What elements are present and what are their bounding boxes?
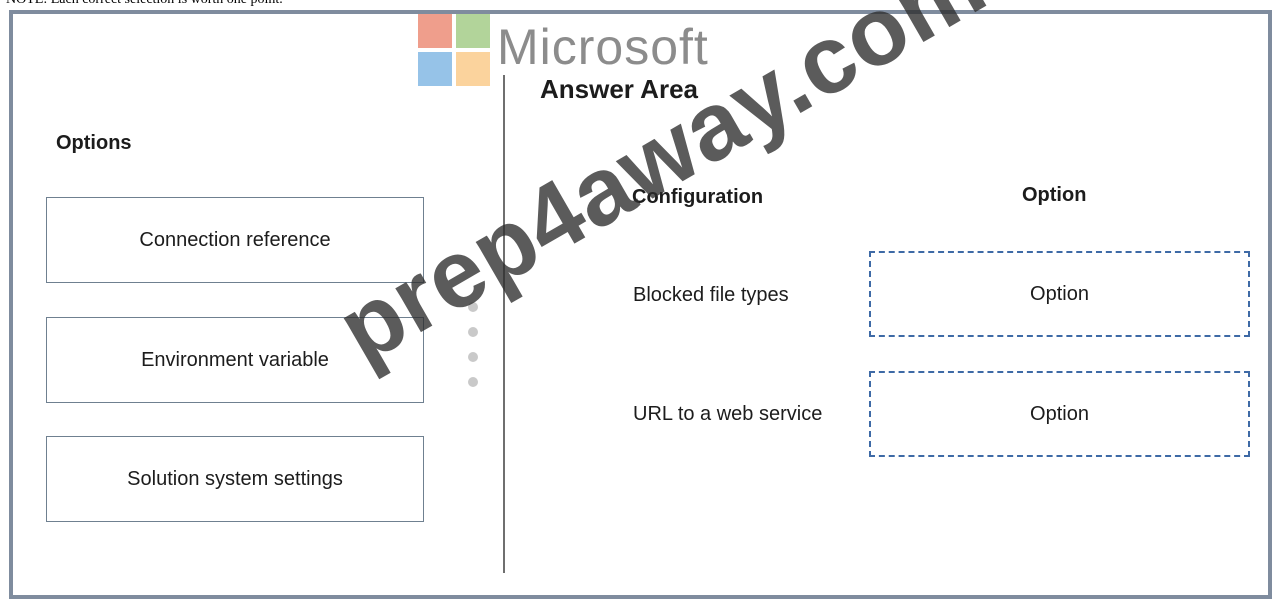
option-label: Connection reference <box>139 228 331 251</box>
configuration-column-header: Configuration <box>632 186 764 208</box>
drop-target-placeholder: Option <box>1030 402 1089 425</box>
dot <box>468 377 478 387</box>
drop-target-url-web-service[interactable]: Option <box>869 371 1250 457</box>
config-label-blocked-file-types: Blocked file types <box>633 284 789 306</box>
logo-blue-square <box>418 52 452 86</box>
option-column-header: Option <box>1022 184 1087 206</box>
logo-green-square <box>456 14 490 48</box>
drag-handle-dots[interactable] <box>468 302 478 402</box>
option-connection-reference[interactable]: Connection reference <box>46 197 424 283</box>
option-solution-system-settings[interactable]: Solution system settings <box>46 436 424 522</box>
panel-divider <box>503 75 505 573</box>
dot <box>468 327 478 337</box>
logo-yellow-square <box>456 52 490 86</box>
answer-area-title: Answer Area <box>540 74 698 104</box>
options-title: Options <box>56 132 132 154</box>
option-environment-variable[interactable]: Environment variable <box>46 317 424 403</box>
drop-target-placeholder: Option <box>1030 282 1089 305</box>
microsoft-wordmark: Microsoft <box>497 19 709 75</box>
config-label-url-web-service: URL to a web service <box>633 403 823 425</box>
drop-target-blocked-file-types[interactable]: Option <box>869 251 1250 337</box>
option-label: Solution system settings <box>127 467 343 490</box>
microsoft-logo-icon <box>418 14 490 86</box>
option-label: Environment variable <box>141 348 329 371</box>
dot <box>468 352 478 362</box>
question-note: NOTE: Each correct selection is worth on… <box>6 0 283 8</box>
logo-red-square <box>418 14 452 48</box>
dot <box>468 302 478 312</box>
